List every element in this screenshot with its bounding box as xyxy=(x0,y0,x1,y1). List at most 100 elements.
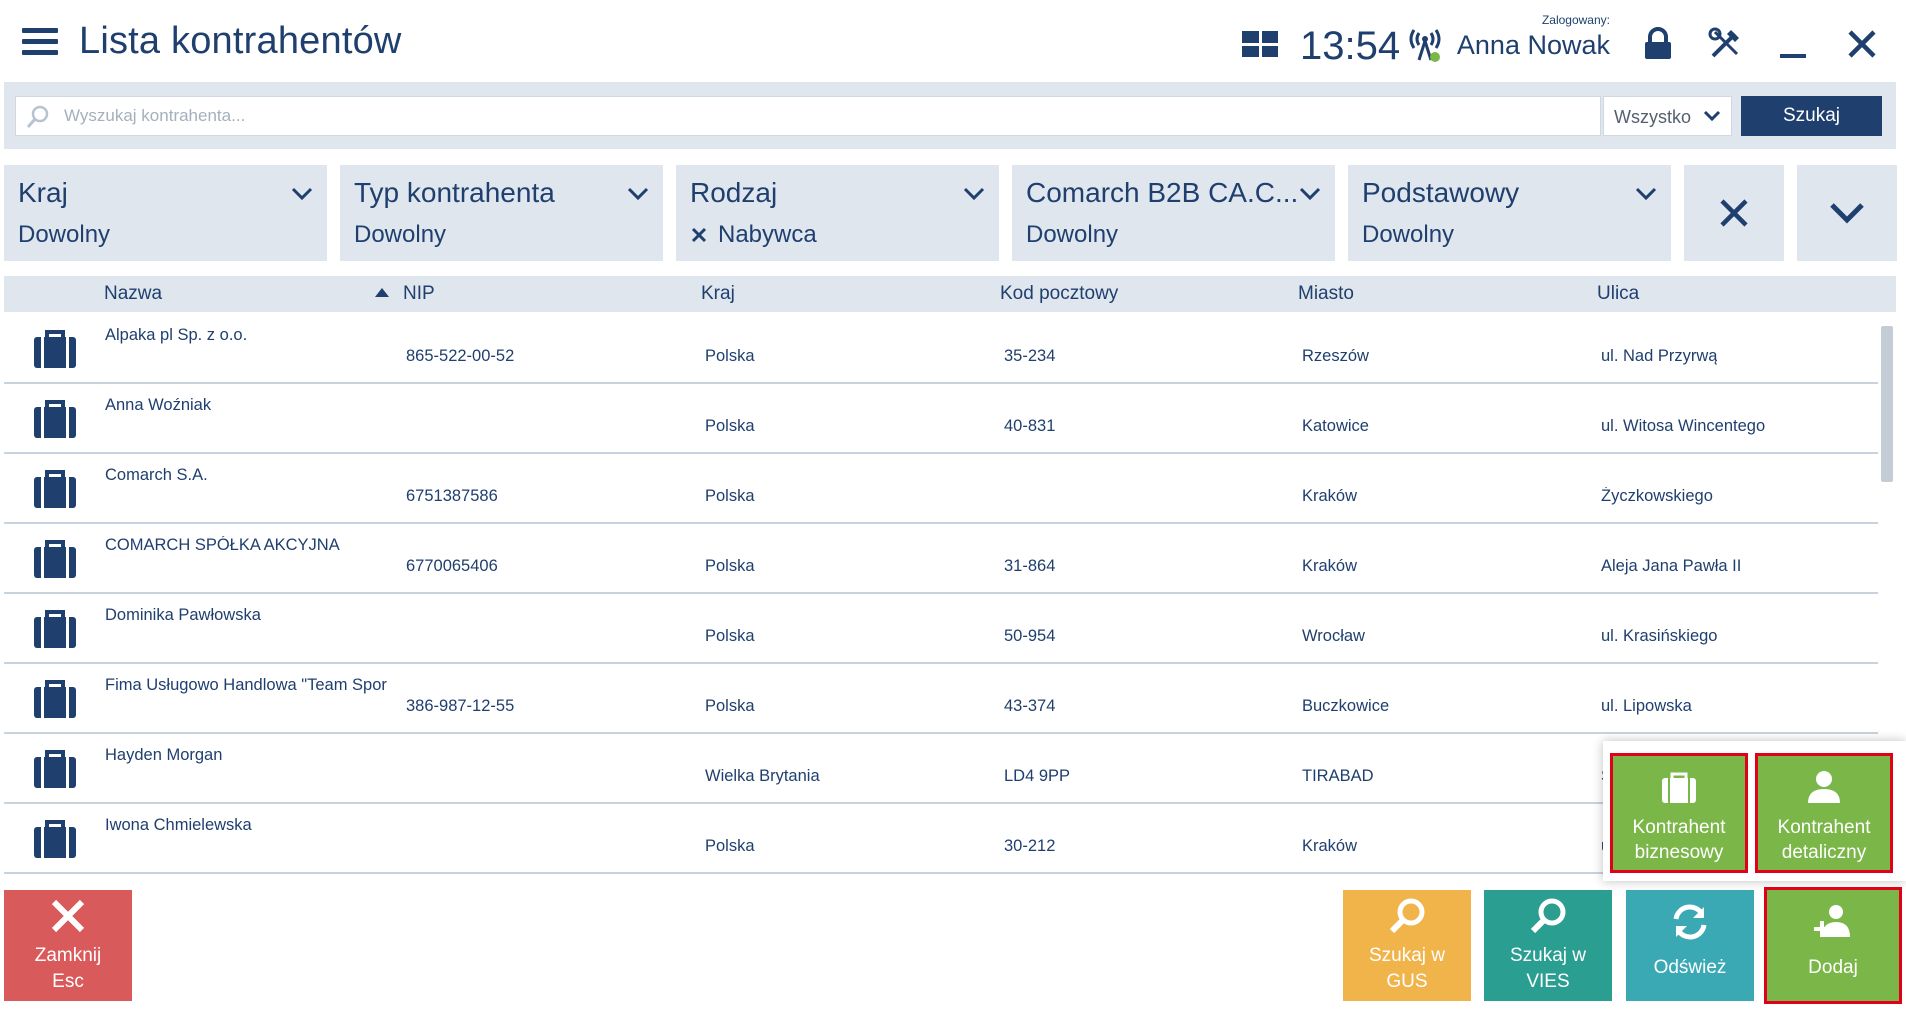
cell-kraj: Polska xyxy=(705,837,755,855)
cell-nip: 386-987-12-55 xyxy=(406,697,515,715)
column-header-kraj[interactable]: Kraj xyxy=(701,283,735,305)
scrollbar-thumb[interactable] xyxy=(1881,326,1893,482)
filter-kraj[interactable]: Kraj Dowolny xyxy=(4,165,327,261)
column-header-kod-pocztowy[interactable]: Kod pocztowy xyxy=(1000,283,1118,305)
cell-kod-pocztowy: 40-831 xyxy=(1004,417,1056,435)
add-button[interactable]: Dodaj xyxy=(1764,887,1902,1004)
filter-title: Typ kontrahenta xyxy=(354,177,555,208)
filter-value: Dowolny xyxy=(354,221,447,248)
briefcase-icon xyxy=(34,470,76,508)
table-row[interactable]: Alpaka pl Sp. z o.o. 865-522-00-52 Polsk… xyxy=(4,314,1878,384)
cell-miasto: TIRABAD xyxy=(1302,767,1374,785)
expand-filters-button[interactable] xyxy=(1797,165,1897,261)
cell-miasto: Kraków xyxy=(1302,837,1358,855)
cell-kraj: Polska xyxy=(705,557,755,575)
refresh-label: Odśwież xyxy=(1653,957,1727,978)
table-row[interactable]: Iwona Chmielewska Polska 30-212 Kraków u xyxy=(4,804,1878,874)
search-icon xyxy=(1530,898,1566,934)
column-header-ulica[interactable]: Ulica xyxy=(1597,283,1639,305)
add-contractor-popup: Kontrahent biznesowy Kontrahent detalicz… xyxy=(1603,741,1906,881)
cell-miasto: Buczkowice xyxy=(1302,697,1390,715)
briefcase-icon xyxy=(34,680,76,718)
cell-nazwa: Dominika Pawłowska xyxy=(105,606,261,624)
clock: 13:54 xyxy=(1300,24,1401,68)
add-label: Dodaj xyxy=(1808,957,1858,978)
filter-typ-kontrahenta[interactable]: Typ kontrahenta Dowolny xyxy=(340,165,663,261)
briefcase-icon xyxy=(34,820,76,858)
business-label-line2: biznesowy xyxy=(1634,842,1724,863)
chevron-down-icon xyxy=(963,187,985,201)
table-row[interactable]: Hayden Morgan Wielka Brytania LD4 9PP TI… xyxy=(4,734,1878,804)
cell-nazwa: Anna Woźniak xyxy=(105,396,212,414)
close-button[interactable]: Zamknij Esc xyxy=(4,890,132,1001)
filter-podstawowy[interactable]: Podstawowy Dowolny xyxy=(1348,165,1671,261)
table-row[interactable]: COMARCH SPÓŁKA AKCYJNA 6770065406 Polska… xyxy=(4,524,1878,594)
cell-kraj: Polska xyxy=(705,627,755,645)
filter-rodzaj[interactable]: Rodzaj Nabywca xyxy=(676,165,999,261)
add-retail-contractor-button[interactable]: Kontrahent detaliczny xyxy=(1755,753,1893,873)
gus-label-line1: Szukaj w xyxy=(1368,945,1446,966)
tiles-icon[interactable] xyxy=(1242,31,1278,57)
table-row[interactable]: Dominika Pawłowska Polska 50-954 Wrocław… xyxy=(4,594,1878,664)
close-label-line1: Zamknij xyxy=(34,945,102,966)
filter-title: Podstawowy xyxy=(1362,177,1520,208)
column-header-nazwa[interactable]: Nazwa xyxy=(104,283,162,305)
refresh-icon xyxy=(1673,904,1707,940)
column-header-nip[interactable]: NIP xyxy=(403,283,435,305)
contractors-table: Alpaka pl Sp. z o.o. 865-522-00-52 Polsk… xyxy=(4,314,1878,874)
column-header-miasto[interactable]: Miasto xyxy=(1298,283,1354,305)
search-field[interactable] xyxy=(15,96,1601,136)
cell-kraj: Polska xyxy=(705,487,755,505)
filter-title: Rodzaj xyxy=(690,177,778,208)
lock-icon[interactable] xyxy=(1640,26,1676,62)
table-row[interactable]: Fima Usługowo Handlowa "Team Spor 386-98… xyxy=(4,664,1878,734)
briefcase-icon xyxy=(34,750,76,788)
search-icon xyxy=(1389,898,1425,934)
table-header: Nazwa NIP Kraj Kod pocztowy Miasto Ulica xyxy=(4,276,1896,312)
minimize-icon[interactable] xyxy=(1775,26,1811,62)
filter-title: Kraj xyxy=(18,177,68,208)
tools-icon[interactable] xyxy=(1707,26,1743,62)
filter-value: Dowolny xyxy=(18,221,111,248)
table-row[interactable]: Comarch S.A. 6751387586 Polska Kraków Ży… xyxy=(4,454,1878,524)
filter-title: Comarch B2B CA.C... xyxy=(1026,177,1296,208)
add-business-contractor-button[interactable]: Kontrahent biznesowy xyxy=(1610,753,1748,873)
remove-filter-icon[interactable] xyxy=(690,226,708,244)
cell-kod-pocztowy: LD4 9PP xyxy=(1004,767,1071,785)
filter-value: Dowolny xyxy=(1362,221,1455,248)
chevron-down-icon xyxy=(1299,187,1321,201)
chevron-down-icon xyxy=(291,187,313,201)
cell-kraj: Polska xyxy=(705,347,755,365)
cell-kraj: Polska xyxy=(705,697,755,715)
clear-filters-button[interactable] xyxy=(1684,165,1784,261)
filter-value: Nabywca xyxy=(690,221,817,249)
search-input[interactable] xyxy=(64,97,1564,135)
cell-nip: 6751387586 xyxy=(406,487,498,505)
close-icon[interactable] xyxy=(1844,26,1880,62)
business-label-line1: Kontrahent xyxy=(1632,817,1726,838)
filter-comarch-b2b[interactable]: Comarch B2B CA.C... Dowolny xyxy=(1012,165,1335,261)
close-label-line2: Esc xyxy=(52,971,84,992)
cell-ulica: ul. Witosa Wincentego xyxy=(1601,417,1766,435)
search-gus-button[interactable]: Szukaj w GUS xyxy=(1343,890,1471,1001)
cell-ulica: Aleja Jana Pawła II xyxy=(1601,557,1742,575)
cell-miasto: Kraków xyxy=(1302,557,1358,575)
search-icon xyxy=(26,105,49,128)
user-name: Anna Nowak xyxy=(1456,30,1610,60)
cell-nazwa: Comarch S.A. xyxy=(105,466,208,484)
table-row[interactable]: Anna Woźniak Polska 40-831 Katowice ul. … xyxy=(4,384,1878,454)
signal-icon xyxy=(1409,29,1441,62)
refresh-button[interactable]: Odśwież xyxy=(1626,890,1754,1001)
gus-label-line2: GUS xyxy=(1386,971,1428,992)
cell-miasto: Wrocław xyxy=(1302,627,1365,645)
briefcase-icon xyxy=(1662,772,1696,803)
search-vies-button[interactable]: Szukaj w VIES xyxy=(1484,890,1612,1001)
search-scope-select[interactable]: Wszystko xyxy=(1603,96,1732,136)
search-scope-value: Wszystko xyxy=(1614,107,1692,127)
cell-nazwa: Fima Usługowo Handlowa "Team Spor xyxy=(105,676,387,694)
retail-label-line2: detaliczny xyxy=(1781,842,1867,863)
cell-nazwa: COMARCH SPÓŁKA AKCYJNA xyxy=(105,536,340,554)
app-header: Lista kontrahentów 13:54 Zalogowany: Ann… xyxy=(0,0,1906,86)
hamburger-icon[interactable] xyxy=(22,28,58,58)
search-button[interactable]: Szukaj xyxy=(1741,96,1882,136)
